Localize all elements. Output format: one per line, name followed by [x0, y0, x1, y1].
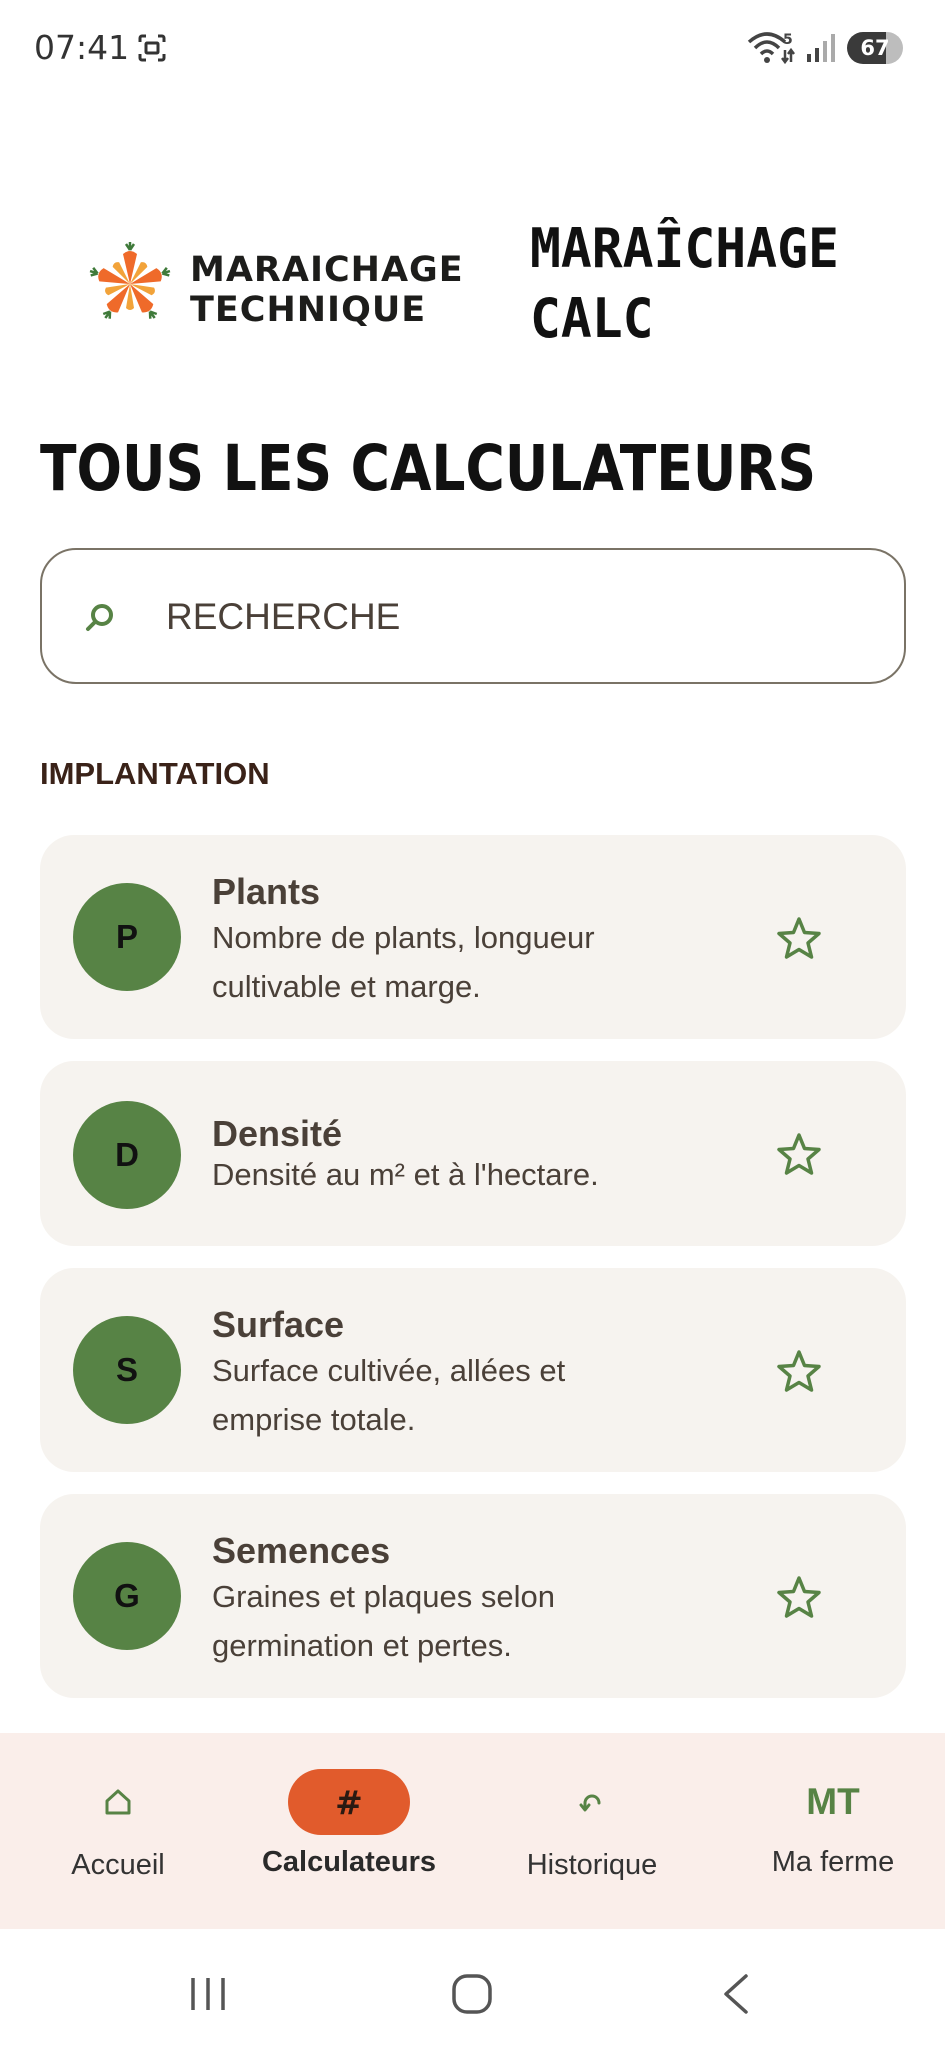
wifi-badge: 5	[783, 32, 793, 48]
farm-initials-icon: MT	[806, 1781, 860, 1822]
app-title-line2: CALC	[530, 287, 654, 350]
nav-item-calculateurs[interactable]: # Calculateurs	[231, 1733, 467, 1929]
home-icon	[105, 1789, 131, 1815]
logo-text-line2: TECHNIQUE	[190, 290, 427, 330]
screen-record-icon	[138, 34, 166, 62]
back-button[interactable]	[706, 1969, 766, 2019]
history-icon	[579, 1794, 601, 1812]
star-outline-icon[interactable]	[776, 1131, 822, 1177]
calculator-card-surface[interactable]: S Surface Surface cultivée, allées et em…	[40, 1268, 906, 1472]
nav-label: Calculateurs	[261, 1846, 437, 1878]
calculator-card-plants[interactable]: P Plants Nombre de plants, longueur cult…	[40, 835, 906, 1039]
calculator-card-densite[interactable]: D Densité Densité au m² et à l'hectare.	[40, 1061, 906, 1246]
carrot-flower-logo-icon	[89, 242, 171, 319]
card-title: Surface	[212, 1304, 345, 1345]
battery-indicator: 67	[847, 32, 903, 64]
calculator-card-semences[interactable]: G Semences Graines et plaques selon germ…	[40, 1494, 906, 1698]
nav-item-accueil[interactable]: Accueil	[0, 1733, 236, 1929]
signal-icon	[807, 34, 835, 62]
recent-apps-button[interactable]	[178, 1969, 238, 2019]
card-description: Nombre de plants, longueur cultivable et…	[212, 920, 595, 1004]
nav-label: Accueil	[71, 1849, 165, 1881]
nav-item-ma-ferme[interactable]: MT Ma ferme	[715, 1733, 945, 1929]
nav-icon-container	[531, 1769, 653, 1835]
wifi-icon: 5	[747, 32, 795, 65]
card-description: Surface cultivée, allées et emprise tota…	[212, 1353, 566, 1437]
nav-icon-container: #	[288, 1769, 410, 1835]
back-chevron-icon	[724, 1974, 748, 2014]
star-outline-icon[interactable]	[776, 1348, 822, 1394]
recent-apps-icon	[191, 1978, 225, 2010]
star-outline-icon[interactable]	[776, 1574, 822, 1620]
search-box[interactable]	[40, 548, 906, 684]
nav-label: Historique	[526, 1849, 658, 1881]
card-avatar: D	[73, 1101, 181, 1209]
search-input[interactable]	[166, 590, 846, 644]
home-button[interactable]	[442, 1969, 502, 2019]
home-circle-icon	[452, 1974, 492, 2014]
card-avatar: G	[73, 1542, 181, 1650]
status-bar: 07:41 5 67	[0, 0, 945, 96]
card-title: Semences	[212, 1530, 391, 1571]
page-title: TOUS LES CALCULATEURS	[40, 432, 817, 505]
section-label-implantation: IMPLANTATION	[40, 756, 270, 791]
card-avatar: S	[73, 1316, 181, 1424]
nav-icon-container	[57, 1769, 179, 1835]
logo-wordmark: MARAICHAGE TECHNIQUE	[190, 250, 464, 330]
card-title: Densité	[212, 1113, 343, 1154]
app-title-line1: MARAÎCHAGE	[530, 217, 839, 280]
system-navigation-bar	[0, 1929, 945, 2048]
search-icon	[86, 604, 113, 631]
nav-item-historique[interactable]: Historique	[474, 1733, 710, 1929]
hash-icon: #	[335, 1782, 363, 1822]
status-indicators: 5 67	[747, 28, 903, 68]
status-time: 07:41	[34, 28, 130, 67]
card-description: Densité au m² et à l'hectare.	[212, 1157, 599, 1192]
logo-text-line1: MARAICHAGE	[190, 250, 464, 290]
star-outline-icon[interactable]	[776, 915, 822, 961]
nav-label: Ma ferme	[771, 1846, 895, 1878]
brand-logo: MARAICHAGE TECHNIQUE	[86, 238, 463, 338]
card-title: Plants	[212, 871, 321, 912]
nav-icon-container: MT	[772, 1769, 894, 1835]
app-title: MARAÎCHAGE CALC	[530, 214, 839, 354]
card-description: Graines et plaques selon germination et …	[212, 1579, 555, 1663]
bottom-navigation: Accueil # Calculateurs Historique MT Ma …	[0, 1733, 945, 1929]
card-avatar: P	[73, 883, 181, 991]
